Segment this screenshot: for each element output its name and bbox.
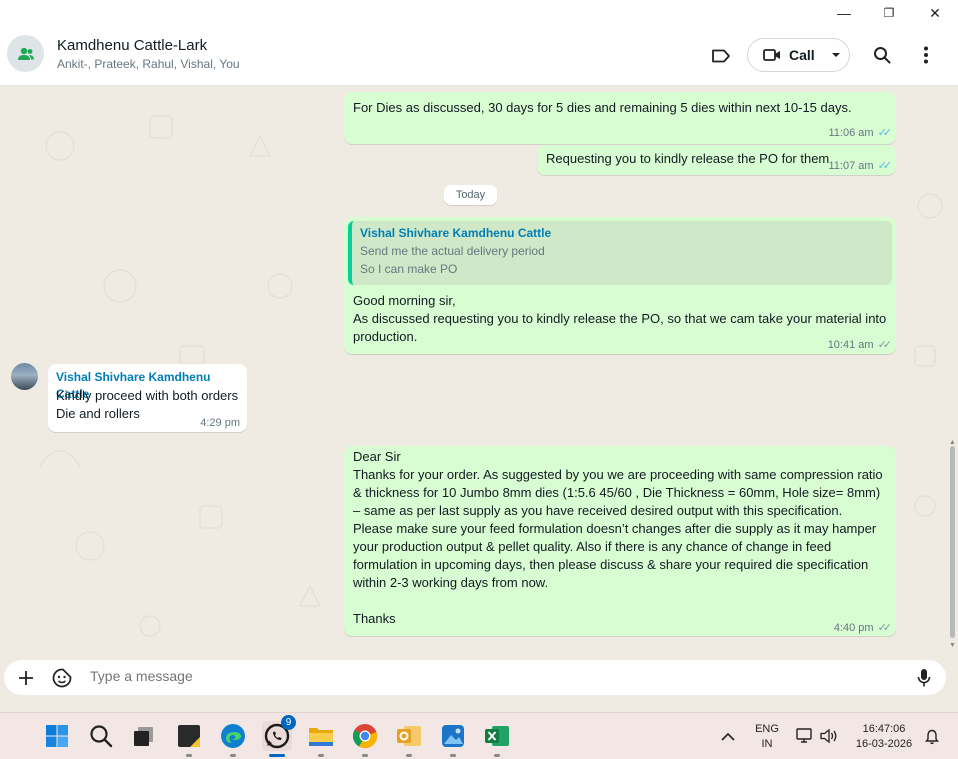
- sticky-notes-icon[interactable]: [174, 721, 204, 757]
- language-region: IN: [761, 738, 773, 750]
- running-indicator: [494, 754, 500, 757]
- message-bubble-outgoing[interactable]: Dear Sir Thanks for your order. As sugge…: [344, 446, 896, 636]
- running-indicator: [406, 754, 412, 757]
- message-bubble-incoming[interactable]: Vishal Shivhare Kamdhenu Cattle Kindly p…: [48, 364, 247, 432]
- video-icon: [763, 49, 780, 61]
- message-text: Good morning sir, As discussed requestin…: [353, 293, 887, 344]
- chat-header: Kamdhenu Cattle-Lark Ankit-, Prateek, Ra…: [0, 26, 958, 86]
- message-time: 10:41 am: [827, 339, 874, 351]
- edge-icon[interactable]: [218, 721, 248, 757]
- active-indicator: [269, 754, 285, 757]
- running-indicator: [450, 754, 456, 757]
- notification-icon[interactable]: [922, 727, 942, 747]
- language-indicator[interactable]: ENG IN: [750, 722, 784, 752]
- read-ticks-icon: ✓✓: [877, 127, 893, 139]
- search-icon[interactable]: [869, 42, 895, 68]
- message-bubble-outgoing[interactable]: For Dies as discussed, 30 days for 5 die…: [344, 92, 896, 144]
- window-title-bar: — ❐ ✕: [0, 0, 958, 26]
- scroll-down-arrow-icon[interactable]: ▼: [949, 642, 956, 649]
- clock[interactable]: 16:47:06 16-03-2026: [850, 722, 918, 752]
- whatsapp-icon[interactable]: 9: [262, 715, 296, 757]
- message-bubble-outgoing[interactable]: Vishal Shivhare Kamdhenu Cattle Send me …: [344, 217, 896, 354]
- clock-time: 16:47:06: [862, 723, 906, 735]
- taskbar-search-icon[interactable]: [86, 721, 116, 751]
- message-text: For Dies as discussed, 30 days for 5 die…: [353, 100, 852, 115]
- clock-date: 16-03-2026: [855, 738, 913, 750]
- more-icon[interactable]: [913, 42, 939, 68]
- chevron-up-icon[interactable]: [718, 726, 738, 746]
- quoted-author: Vishal Shivhare Kamdhenu Cattle: [360, 226, 552, 240]
- chat-title[interactable]: Kamdhenu Cattle-Lark: [57, 37, 207, 54]
- windows-taskbar: 9 ENG IN 16:47:06 16-03-2026: [0, 712, 958, 759]
- message-input[interactable]: [90, 668, 850, 684]
- chevron-down-icon: [831, 53, 840, 57]
- message-text: Dear Sir Thanks for your order. As sugge…: [353, 449, 883, 626]
- start-icon[interactable]: [42, 721, 72, 751]
- volume-icon[interactable]: [818, 726, 840, 746]
- scroll-up-arrow-icon[interactable]: ▲: [949, 439, 956, 446]
- restore-button[interactable]: ❐: [866, 0, 912, 26]
- call-label: Call: [789, 47, 815, 63]
- chrome-icon[interactable]: [350, 721, 380, 757]
- delivered-ticks-icon: ✓✓: [877, 622, 893, 634]
- label-icon[interactable]: [709, 44, 733, 68]
- group-avatar[interactable]: [7, 35, 44, 72]
- message-text: Requesting you to kindly release the PO …: [546, 151, 830, 166]
- quoted-text-line: Send me the actual delivery period: [360, 244, 545, 258]
- excel-icon[interactable]: [482, 721, 512, 757]
- message-time: 4:40 pm: [833, 622, 874, 634]
- sticker-icon[interactable]: [51, 667, 73, 689]
- read-ticks-icon: ✓✓: [877, 160, 893, 172]
- message-meta: 4:29 pm: [200, 414, 240, 432]
- outlook-icon[interactable]: [394, 721, 424, 757]
- running-indicator: [230, 754, 236, 757]
- photos-icon[interactable]: [438, 721, 468, 757]
- chat-messages-area[interactable]: For Dies as discussed, 30 days for 5 die…: [0, 86, 958, 654]
- mic-icon[interactable]: [914, 667, 934, 689]
- message-time: 11:07 am: [828, 160, 874, 172]
- message-time: 4:29 pm: [200, 417, 240, 429]
- scrollbar-thumb[interactable]: [950, 446, 955, 638]
- message-meta: 11:06 am ✓✓: [828, 124, 893, 142]
- delivered-ticks-icon: ✓✓: [877, 339, 893, 351]
- call-button[interactable]: Call: [747, 38, 850, 72]
- quoted-message[interactable]: Vishal Shivhare Kamdhenu Cattle Send me …: [348, 221, 892, 285]
- quoted-text-line: So I can make PO: [360, 262, 458, 276]
- message-meta: 11:07 am ✓✓: [828, 157, 893, 175]
- composer-box: [4, 660, 946, 695]
- running-indicator: [318, 754, 324, 757]
- message-time: 11:06 am: [828, 127, 874, 139]
- unread-badge: 9: [281, 715, 296, 730]
- plus-icon[interactable]: [16, 668, 36, 688]
- running-indicator: [186, 754, 192, 757]
- network-icon[interactable]: [794, 726, 816, 746]
- sender-avatar[interactable]: [11, 363, 38, 390]
- message-meta: 10:41 am ✓✓: [827, 336, 893, 354]
- language-code: ENG: [755, 723, 779, 735]
- file-explorer-icon[interactable]: [306, 721, 336, 757]
- minimize-button[interactable]: —: [821, 0, 867, 26]
- message-composer: [0, 654, 958, 710]
- task-view-icon[interactable]: [129, 721, 159, 751]
- chat-members[interactable]: Ankit-, Prateek, Rahul, Vishal, You: [57, 57, 240, 71]
- close-button[interactable]: ✕: [912, 0, 958, 26]
- date-divider: Today: [444, 185, 497, 205]
- message-bubble-outgoing[interactable]: Requesting you to kindly release the PO …: [537, 145, 896, 175]
- message-meta: 4:40 pm ✓✓: [833, 619, 893, 637]
- running-indicator: [362, 754, 368, 757]
- group-icon: [17, 47, 34, 60]
